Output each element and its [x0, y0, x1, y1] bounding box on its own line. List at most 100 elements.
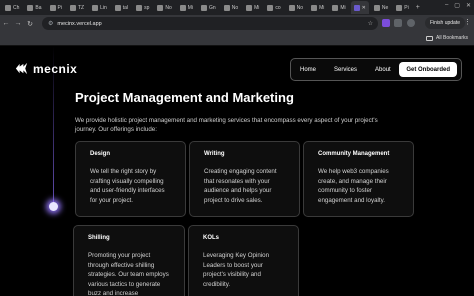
card-body: Leveraging Key Opinion Leaders to boost … — [203, 252, 270, 288]
forward-icon[interactable]: → — [12, 20, 24, 27]
browser-tab[interactable]: co — [264, 1, 283, 14]
profile-avatar-icon[interactable] — [407, 19, 415, 27]
tab-label: Gn — [209, 4, 216, 11]
browser-chrome: Ch Ba Pi TZ Lin tal sp No Mi Gn No Mi co… — [0, 0, 474, 46]
card-title: Shilling — [88, 235, 110, 241]
get-onboarded-button[interactable]: Get Onboarded — [399, 62, 457, 77]
browser-tab[interactable]: Mi — [329, 1, 348, 14]
tab-label: Ch — [13, 4, 20, 11]
browser-tab[interactable]: sp — [133, 1, 152, 14]
browser-menu-icon[interactable]: ⋮ — [464, 18, 471, 26]
tab-strip: Ch Ba Pi TZ Lin tal sp No Mi Gn No Mi co… — [0, 0, 474, 15]
card-title: Design — [90, 151, 111, 157]
tab-label: TZ — [77, 4, 85, 11]
browser-tab[interactable]: Gn — [198, 1, 219, 14]
reload-icon[interactable]: ↻ — [24, 20, 36, 28]
finish-update-label: Finish update — [429, 20, 460, 26]
browser-tab[interactable]: No — [286, 1, 306, 14]
tab-favicon-icon — [5, 4, 11, 11]
browser-tab[interactable]: Pi — [47, 1, 65, 14]
extensions-puzzle-icon[interactable] — [394, 19, 402, 27]
tab-favicon-icon — [179, 4, 186, 11]
tab-label: Mi — [319, 4, 325, 11]
tab-favicon-icon — [157, 4, 164, 11]
tab-label: co — [275, 4, 281, 11]
tab-favicon-icon — [373, 4, 380, 11]
folder-icon — [426, 35, 434, 41]
card-body: We tell the right story by crafting visu… — [90, 168, 165, 204]
service-card-shilling: Shilling Promoting your project through … — [73, 225, 185, 296]
extension-icon[interactable] — [382, 19, 390, 27]
browser-tab[interactable]: Lin — [89, 1, 110, 14]
finish-update-button[interactable]: Finish update — [424, 17, 465, 29]
bookmark-star-icon[interactable]: ☆ — [368, 20, 373, 27]
tab-label: Mi — [340, 4, 346, 11]
tab-favicon-icon — [332, 4, 339, 11]
tab-label: No — [165, 4, 172, 11]
nav-services-link[interactable]: Services — [334, 67, 357, 73]
browser-tab[interactable]: No — [221, 1, 241, 14]
tab-favicon-icon — [201, 4, 208, 11]
site-logo[interactable]: mecnix — [14, 61, 77, 76]
logo-text: mecnix — [33, 61, 78, 76]
back-icon[interactable]: ← — [0, 20, 12, 27]
browser-tab[interactable]: Ch — [2, 1, 22, 14]
tab-favicon-icon — [92, 4, 99, 11]
browser-tab[interactable]: Mi — [308, 1, 327, 14]
browser-tab[interactable]: Mi — [243, 1, 262, 14]
maximize-icon[interactable]: ▢ — [454, 2, 460, 9]
tab-favicon-icon — [288, 4, 295, 11]
browser-tab[interactable]: Pi — [393, 1, 411, 14]
tab-favicon-icon — [136, 4, 143, 11]
browser-tab-active[interactable]: ✕ — [350, 1, 369, 14]
new-tab-icon[interactable]: + — [416, 4, 420, 11]
service-card-design: Design We tell the right story by crafti… — [75, 141, 186, 217]
section-intro: We provide holistic project management a… — [75, 117, 378, 133]
tab-favicon-icon — [267, 4, 274, 11]
nav-about-link[interactable]: About — [375, 67, 391, 73]
tab-favicon-icon — [396, 4, 403, 11]
browser-tab[interactable]: Ne — [371, 1, 391, 14]
minimize-icon[interactable]: – — [445, 2, 448, 9]
logo-mark-icon — [15, 62, 28, 75]
tab-favicon-icon — [311, 4, 318, 11]
nav-home-link[interactable]: Home — [300, 67, 316, 73]
address-bar[interactable]: ⚙ mecinx.vercel.app ☆ — [42, 17, 378, 30]
browser-tab[interactable]: No — [154, 1, 174, 14]
all-bookmarks-button[interactable]: All Bookmarks — [426, 35, 468, 41]
service-card-kols: KOLs Leveraging Key Opinion Leaders to b… — [188, 225, 299, 296]
tab-label: Pi — [404, 4, 409, 11]
card-title: Writing — [204, 151, 225, 157]
decorative-glow-dot — [49, 202, 58, 211]
all-bookmarks-label: All Bookmarks — [436, 35, 468, 41]
section-headline: Project Management and Marketing — [75, 90, 294, 105]
browser-tab[interactable]: tal — [112, 1, 131, 14]
tab-favicon-icon — [353, 4, 360, 11]
tab-label: Lin — [100, 4, 107, 11]
web-page: mecnix Home Services About Get Onboarded… — [0, 46, 474, 296]
tab-label: tal — [122, 4, 129, 11]
close-window-icon[interactable]: ✕ — [466, 2, 471, 9]
bookmarks-bar: All Bookmarks — [0, 32, 474, 46]
card-title: Community Management — [318, 151, 390, 157]
tab-favicon-icon — [69, 4, 76, 11]
tab-label: Ba — [35, 4, 42, 11]
tab-favicon-icon — [49, 4, 56, 11]
tab-label: Ne — [381, 4, 389, 11]
browser-tab[interactable]: TZ — [67, 1, 87, 14]
main-nav: Home Services About Get Onboarded — [290, 58, 462, 81]
browser-tab[interactable]: Mi — [177, 1, 196, 14]
tab-label: No — [231, 4, 239, 11]
tab-label: sp — [144, 4, 150, 11]
tab-label: Mi — [254, 4, 260, 11]
card-body: Promoting your project through effective… — [88, 252, 169, 296]
card-body: We help web3 companies create, and manag… — [318, 168, 389, 204]
window-controls: – ▢ ✕ — [445, 2, 471, 9]
card-title: KOLs — [203, 235, 220, 241]
site-info-icon[interactable]: ⚙ — [48, 20, 53, 27]
tab-label: Mi — [187, 4, 194, 11]
tab-close-icon[interactable]: ✕ — [362, 5, 366, 11]
browser-tab[interactable]: Ba — [24, 1, 44, 14]
tab-label: Pi — [57, 4, 62, 11]
service-card-writing: Writing Creating engaging content that r… — [189, 141, 300, 217]
